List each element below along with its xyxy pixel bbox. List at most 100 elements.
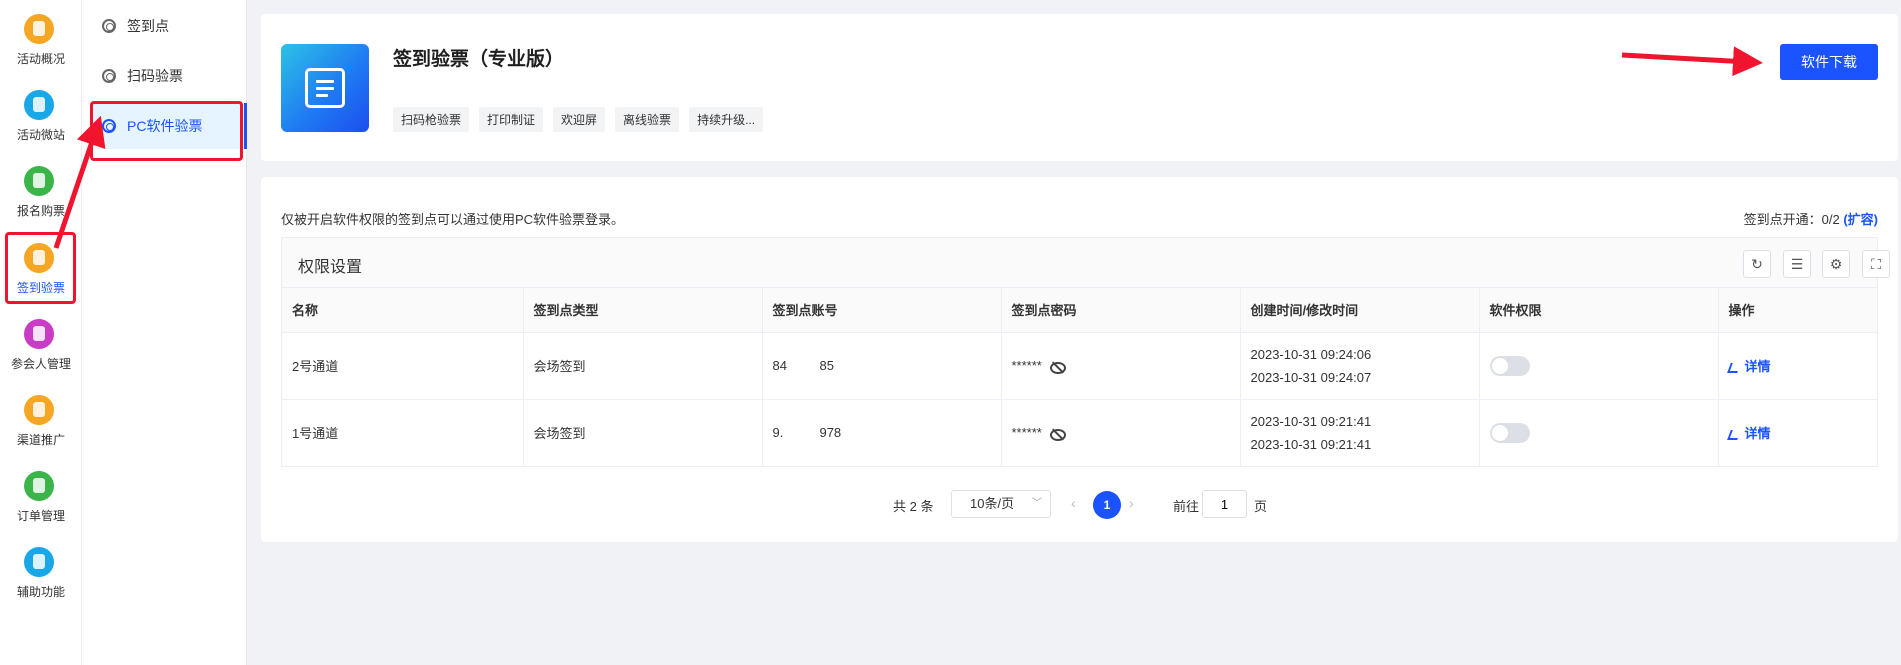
fullscreen-button[interactable]: ⛶ (1862, 250, 1890, 278)
column-header: 名称 (282, 288, 524, 333)
cell-password: ****** (1001, 332, 1241, 400)
feature-tag: 持续升级... (689, 107, 764, 132)
main-nav: 活动概况 活动微站 报名购票 签到验票 参会人管理 渠道推广 订单管理 辅助功能 (0, 0, 82, 665)
sub-item-label: 签到点 (127, 18, 169, 34)
cell-name: 2号通道 (282, 332, 524, 400)
created-time: 2023-10-31 09:24:06 (1250, 346, 1372, 362)
user-icon (24, 319, 54, 349)
nav-item-tools[interactable]: 辅助功能 (0, 547, 82, 617)
cell-password: ****** (1001, 399, 1241, 466)
detail-link[interactable]: 详情 (1726, 359, 1771, 374)
eye-off-icon[interactable] (1049, 361, 1066, 374)
permission-toggle[interactable] (1489, 355, 1530, 376)
fullscreen-icon: ⛶ (1871, 256, 1881, 272)
phone-icon (24, 90, 54, 120)
cell-time: 2023-10-31 09:24:06 2023-10-31 09:24:07 (1240, 332, 1480, 400)
product-title: 签到验票（专业版） (393, 49, 565, 70)
product-card: 签到验票（专业版） 扫码枪验票 打印制证 欢迎屏 离线验票 持续升级... 软件… (261, 14, 1898, 161)
prev-page-button[interactable]: ‹ (1071, 495, 1076, 511)
nav-item-label: 订单管理 (16, 509, 65, 523)
nav-item-registration[interactable]: 报名购票 (0, 166, 82, 236)
nav-item-microsite[interactable]: 活动微站 (0, 90, 82, 160)
feature-tags: 扫码枪验票 打印制证 欢迎屏 离线验票 持续升级... (393, 107, 764, 132)
next-page-button[interactable]: › (1129, 495, 1134, 511)
scan-icon (281, 44, 369, 132)
feature-tag: 扫码枪验票 (393, 107, 470, 132)
sub-nav: 签到点 扫码验票 PC软件验票 (82, 0, 247, 665)
order-icon (24, 471, 54, 501)
goto-page-input[interactable] (1202, 490, 1247, 518)
channel-icon (24, 395, 54, 425)
sub-item-label: 扫码验票 (127, 68, 183, 84)
modified-time: 2023-10-31 09:21:41 (1250, 436, 1372, 452)
cell-permission (1479, 399, 1719, 466)
nav-item-label: 渠道推广 (16, 433, 65, 447)
nav-item-label: 签到验票 (16, 281, 65, 295)
column-settings-button[interactable]: ⚙ (1822, 250, 1850, 278)
cell-type: 会场签到 (523, 399, 763, 466)
chevron-down-icon: ﹀ (1032, 498, 1042, 509)
quota-info: 签到点开通：0/2 (扩容) (1744, 209, 1878, 228)
checkin-icon (24, 243, 54, 273)
permission-table: 权限设置 ↻ ☰ ⚙ ⛶ 名称 签到点类型 签到点账号 签到点密码 创建时间/修… (281, 237, 1890, 467)
table-row: 1号通道 会场签到 9. 978 ****** 2023-10-31 09:21… (282, 399, 1877, 466)
density-button[interactable]: ☰ (1783, 250, 1811, 278)
table-title: 权限设置 (298, 259, 363, 276)
sub-item-scan-verify[interactable]: 扫码验票 (82, 53, 247, 99)
modified-time: 2023-10-31 09:24:07 (1250, 369, 1372, 385)
page-size-value: 10条/页 (970, 496, 1015, 511)
permission-card: 仅被开启软件权限的签到点可以通过使用PC软件验票登录。 签到点开通：0/2 (扩… (261, 177, 1898, 542)
column-header: 签到点类型 (523, 288, 763, 333)
nav-item-attendees[interactable]: 参会人管理 (0, 319, 82, 389)
nav-item-checkin[interactable]: 签到验票 (0, 243, 82, 313)
eye-off-icon[interactable] (1049, 428, 1066, 441)
nav-item-orders[interactable]: 订单管理 (0, 471, 82, 541)
feature-tag: 欢迎屏 (553, 107, 606, 132)
sub-item-checkin-points[interactable]: 签到点 (82, 3, 247, 49)
sub-item-pc-verify[interactable]: PC软件验票 (92, 103, 247, 149)
column-header: 签到点账号 (762, 288, 1002, 333)
list-icon: ☰ (1790, 256, 1804, 272)
goto-label: 前往 (1173, 499, 1200, 514)
pagination: 共 2 条 10条/页 ﹀ ‹ 1 › 前往 页 (261, 490, 1898, 520)
feature-tag: 打印制证 (479, 107, 544, 132)
cell-account: 84 85 (762, 332, 1002, 400)
permission-notice: 仅被开启软件权限的签到点可以通过使用PC软件验票登录。 (281, 212, 625, 227)
overview-icon (24, 14, 54, 44)
column-header: 操作 (1718, 288, 1877, 333)
nav-item-overview[interactable]: 活动概况 (0, 14, 82, 84)
nav-item-label: 辅助功能 (16, 585, 65, 599)
refresh-icon: ↻ (1751, 256, 1763, 272)
cell-type: 会场签到 (523, 332, 763, 400)
nav-item-label: 活动微站 (16, 128, 65, 142)
password-mask: ****** (1011, 425, 1042, 441)
nav-item-label: 参会人管理 (10, 357, 71, 371)
feature-tag: 离线验票 (615, 107, 680, 132)
refresh-button[interactable]: ↻ (1743, 250, 1771, 278)
cell-action: 详情 (1718, 332, 1877, 400)
cell-action: 详情 (1718, 399, 1877, 466)
edit-icon (1726, 362, 1741, 373)
table-row: 2号通道 会场签到 84 85 ****** 2023-10-31 09:24:… (282, 332, 1877, 400)
software-download-button[interactable]: 软件下载 (1780, 44, 1878, 80)
permission-toggle[interactable] (1489, 422, 1530, 443)
password-mask: ****** (1011, 358, 1042, 373)
edit-icon (1726, 429, 1741, 440)
nav-item-channels[interactable]: 渠道推广 (0, 395, 82, 465)
column-header: 创建时间/修改时间 (1240, 288, 1480, 333)
cell-permission (1479, 332, 1719, 400)
sub-item-label: PC软件验票 (127, 118, 203, 134)
table-header-row: 名称 签到点类型 签到点账号 签到点密码 创建时间/修改时间 软件权限 操作 (282, 288, 1877, 333)
nav-item-label: 报名购票 (16, 204, 65, 218)
data-table: 名称 签到点类型 签到点账号 签到点密码 创建时间/修改时间 软件权限 操作 2… (282, 288, 1877, 466)
detail-label: 详情 (1744, 359, 1771, 374)
cell-name: 1号通道 (282, 399, 524, 466)
column-header: 软件权限 (1479, 288, 1719, 333)
detail-link[interactable]: 详情 (1726, 426, 1771, 441)
cell-account: 9. 978 (762, 399, 1002, 466)
gear-icon (102, 119, 116, 133)
page-size-select[interactable]: 10条/页 ﹀ (951, 490, 1051, 518)
page-number-current[interactable]: 1 (1093, 491, 1121, 519)
expand-link[interactable]: (扩容) (1843, 212, 1878, 227)
ticket-icon (24, 166, 54, 196)
